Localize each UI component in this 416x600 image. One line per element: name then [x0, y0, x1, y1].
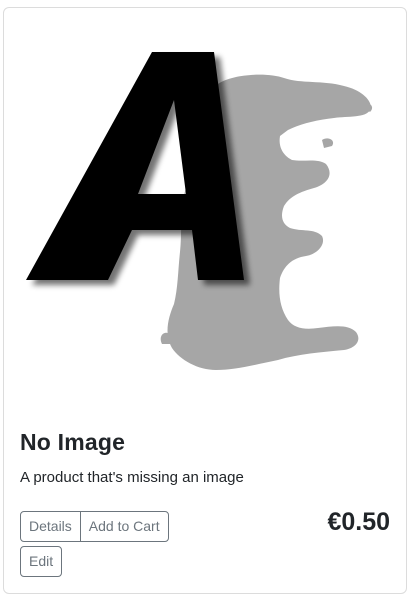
logo-letter-a [26, 52, 244, 280]
product-description: A product that's missing an image [20, 469, 244, 486]
product-action-group: Details Add to Cart [20, 511, 169, 542]
product-title: No Image [20, 429, 126, 455]
edit-button[interactable]: Edit [20, 546, 63, 577]
product-card: No Image A product that's missing an ima… [3, 7, 407, 594]
product-placeholder-image [22, 44, 392, 380]
product-price: €0.50 [327, 508, 390, 536]
ae-logo [26, 52, 373, 370]
add-to-cart-button[interactable]: Add to Cart [79, 511, 169, 542]
details-button[interactable]: Details [20, 511, 81, 542]
